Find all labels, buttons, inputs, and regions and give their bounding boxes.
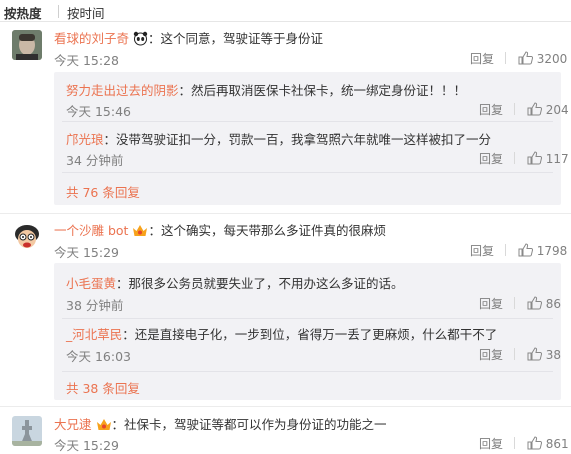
- like-count: 86: [545, 297, 562, 311]
- comment-author[interactable]: 看球的刘子奇: [54, 31, 129, 46]
- avatar[interactable]: [12, 222, 42, 252]
- like-thumb-icon[interactable]: [527, 296, 542, 310]
- action-divider: [505, 244, 507, 256]
- like-thumb-icon[interactable]: [527, 151, 542, 165]
- sort-bar: 按热度 按时间: [0, 0, 571, 22]
- like-thumb-icon[interactable]: [527, 347, 542, 361]
- reply-actions: 回复 204: [479, 101, 569, 118]
- avatar-cartoon-icon: [12, 222, 42, 252]
- avatar-statue-icon: [12, 416, 42, 446]
- like-count: 117: [545, 152, 569, 166]
- comment-text-line: 一个沙雕 bot ：这个确实，每天带那么多证件真的很麻烦: [54, 220, 386, 241]
- like-count: 204: [545, 103, 569, 117]
- reply-author[interactable]: 努力走出过去的阴影: [66, 83, 179, 98]
- like-thumb-icon[interactable]: [527, 436, 542, 450]
- comment-actions: 回复 861: [479, 435, 569, 452]
- comment-time: 今天 15:29: [54, 245, 119, 260]
- reply-button[interactable]: 回复: [479, 152, 503, 166]
- reply-item: 邝光琅：没带驾驶证扣一分，罚款一百，我拿驾照六年就唯一这样被扣了一分 34 分钟…: [54, 122, 569, 170]
- reply-divider: [62, 371, 553, 372]
- action-divider: [514, 103, 516, 115]
- comment-author[interactable]: 一个沙雕 bot: [54, 223, 128, 238]
- reply-text-line: _河北草民：还是直接电子化，一步到位，省得万一丢了更麻烦，什么都干不了: [66, 324, 497, 343]
- avatar[interactable]: [12, 416, 42, 446]
- reply-list: 小毛蛋黄：那很多公务员就要失业了，不用办这么多证的话。 38 分钟前 回复 86…: [54, 263, 561, 400]
- sort-divider: [58, 5, 59, 18]
- comment-body: ：社保卡，驾驶证等都可以作为身份证的功能之一: [111, 417, 387, 432]
- reply-button[interactable]: 回复: [479, 437, 503, 451]
- sort-by-time-tab[interactable]: 按时间: [67, 3, 105, 22]
- like-thumb-icon[interactable]: [518, 243, 533, 257]
- reply-author[interactable]: 小毛蛋黄: [66, 276, 116, 291]
- comment-divider: [0, 406, 571, 407]
- comment-actions: 回复 3200: [470, 50, 567, 67]
- reply-body: ：还是直接电子化，一步到位，省得万一丢了更麻烦，什么都干不了: [122, 327, 498, 342]
- reply-item: 小毛蛋黄：那很多公务员就要失业了，不用办这么多证的话。 38 分钟前 回复 86: [54, 263, 561, 313]
- reply-text-line: 努力走出过去的阴影：然后再取消医保卡社保卡，统一绑定身份证！！！: [66, 80, 466, 99]
- action-divider: [514, 348, 516, 360]
- action-divider: [514, 152, 516, 164]
- reply-body: ：没带驾驶证扣一分，罚款一百，我拿驾照六年就唯一这样被扣了一分: [103, 132, 492, 147]
- vip-crown-badge-icon: [96, 417, 112, 435]
- more-replies-link[interactable]: 共 76 条回复: [66, 182, 140, 201]
- reply-actions: 回复 38: [479, 346, 561, 363]
- comment-body: ：这个确实，每天带那么多证件真的很麻烦: [148, 223, 386, 238]
- action-divider: [514, 437, 516, 449]
- reply-time: 34 分钟前: [66, 153, 124, 168]
- comment-actions: 回复 1798: [470, 242, 567, 259]
- panda-badge-icon: [133, 31, 148, 49]
- avatar-portrait-icon: [12, 30, 42, 60]
- reply-button[interactable]: 回复: [479, 297, 503, 311]
- like-count: 3200: [536, 52, 568, 66]
- like-count: 1798: [536, 244, 568, 258]
- like-thumb-icon[interactable]: [527, 102, 542, 116]
- reply-button[interactable]: 回复: [470, 52, 494, 66]
- like-count: 861: [545, 437, 569, 451]
- reply-item: _河北草民：还是直接电子化，一步到位，省得万一丢了更麻烦，什么都干不了 今天 1…: [54, 319, 561, 367]
- reply-button[interactable]: 回复: [479, 103, 503, 117]
- like-count: 38: [545, 348, 562, 362]
- sort-by-hot-tab[interactable]: 按热度: [4, 3, 42, 22]
- reply-list: 努力走出过去的阴影：然后再取消医保卡社保卡，统一绑定身份证！！！ 今天 15:4…: [54, 72, 569, 205]
- reply-author[interactable]: 邝光琅: [66, 132, 104, 147]
- more-replies-link[interactable]: 共 38 条回复: [66, 378, 140, 397]
- reply-body: ：那很多公务员就要失业了，不用办这么多证的话。: [116, 276, 404, 291]
- avatar[interactable]: [12, 30, 42, 60]
- reply-item: 努力走出过去的阴影：然后再取消医保卡社保卡，统一绑定身份证！！！ 今天 15:4…: [54, 72, 569, 120]
- reply-author[interactable]: _河北草民: [66, 327, 122, 342]
- comment-time: 今天 15:29: [54, 438, 119, 453]
- comment-body: ：这个同意，驾驶证等于身份证: [148, 31, 324, 46]
- reply-text-line: 邝光琅：没带驾驶证扣一分，罚款一百，我拿驾照六年就唯一这样被扣了一分: [66, 129, 491, 148]
- action-divider: [514, 297, 516, 309]
- reply-time: 38 分钟前: [66, 298, 124, 313]
- reply-divider: [62, 172, 553, 173]
- comment-time: 今天 15:28: [54, 53, 119, 68]
- like-thumb-icon[interactable]: [518, 51, 533, 65]
- reply-time: 今天 16:03: [66, 349, 131, 364]
- comment-divider: [0, 213, 571, 214]
- comment-author[interactable]: 大兄逮: [54, 417, 92, 432]
- reply-button[interactable]: 回复: [470, 244, 494, 258]
- reply-actions: 回复 117: [479, 150, 569, 167]
- reply-body: ：然后再取消医保卡社保卡，统一绑定身份证！！！: [178, 83, 467, 98]
- vip-crown-badge-icon: [132, 223, 148, 241]
- comment-text-line: 看球的刘子奇 ：这个同意，驾驶证等于身份证: [54, 28, 323, 49]
- action-divider: [505, 52, 507, 64]
- reply-time: 今天 15:46: [66, 104, 131, 119]
- reply-actions: 回复 86: [479, 295, 561, 312]
- reply-text-line: 小毛蛋黄：那很多公务员就要失业了，不用办这么多证的话。: [66, 273, 404, 292]
- reply-button[interactable]: 回复: [479, 348, 503, 362]
- comment-text-line: 大兄逮 ：社保卡，驾驶证等都可以作为身份证的功能之一: [54, 414, 387, 435]
